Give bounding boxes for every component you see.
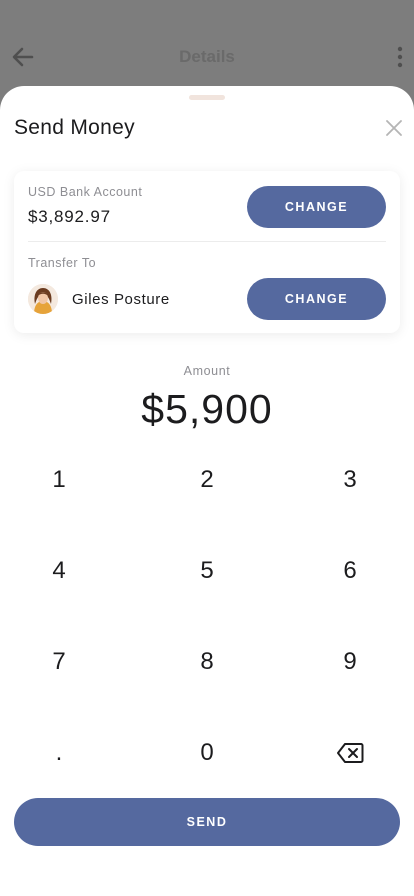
amount-value: $5,900 <box>141 386 273 432</box>
key-5[interactable]: 5 <box>162 541 252 601</box>
key-9[interactable]: 9 <box>305 632 395 692</box>
transfer-label: Transfer To <box>28 256 97 270</box>
more-vertical-icon[interactable] <box>394 44 406 70</box>
amount-label: Amount <box>183 364 231 378</box>
key-2[interactable]: 2 <box>162 450 252 510</box>
account-label: USD Bank Account <box>28 185 143 199</box>
backspace-key[interactable] <box>305 723 395 783</box>
account-balance: $3,892.97 <box>28 207 111 226</box>
backspace-icon <box>336 742 364 764</box>
send-money-sheet: Send Money USD Bank Account $3,892.97 CH… <box>0 86 414 896</box>
card-divider <box>28 241 386 242</box>
transfer-card: USD Bank Account $3,892.97 CHANGE Transf… <box>14 171 400 333</box>
key-7[interactable]: 7 <box>14 632 104 692</box>
key-8[interactable]: 8 <box>162 632 252 692</box>
send-button[interactable]: SEND <box>14 798 400 846</box>
background-title: Details <box>179 47 235 66</box>
key-3[interactable]: 3 <box>305 450 395 510</box>
key-1[interactable]: 1 <box>14 450 104 510</box>
change-recipient-button[interactable]: CHANGE <box>247 278 386 320</box>
close-icon[interactable] <box>384 118 404 138</box>
key-decimal[interactable]: . <box>14 723 104 783</box>
key-0[interactable]: 0 <box>162 723 252 783</box>
key-6[interactable]: 6 <box>305 541 395 601</box>
sheet-drag-handle[interactable] <box>189 95 225 100</box>
change-account-button[interactable]: CHANGE <box>247 186 386 228</box>
recipient-name: Giles Posture <box>72 291 170 308</box>
key-4[interactable]: 4 <box>14 541 104 601</box>
avatar <box>28 284 58 314</box>
sheet-title: Send Money <box>14 116 135 139</box>
